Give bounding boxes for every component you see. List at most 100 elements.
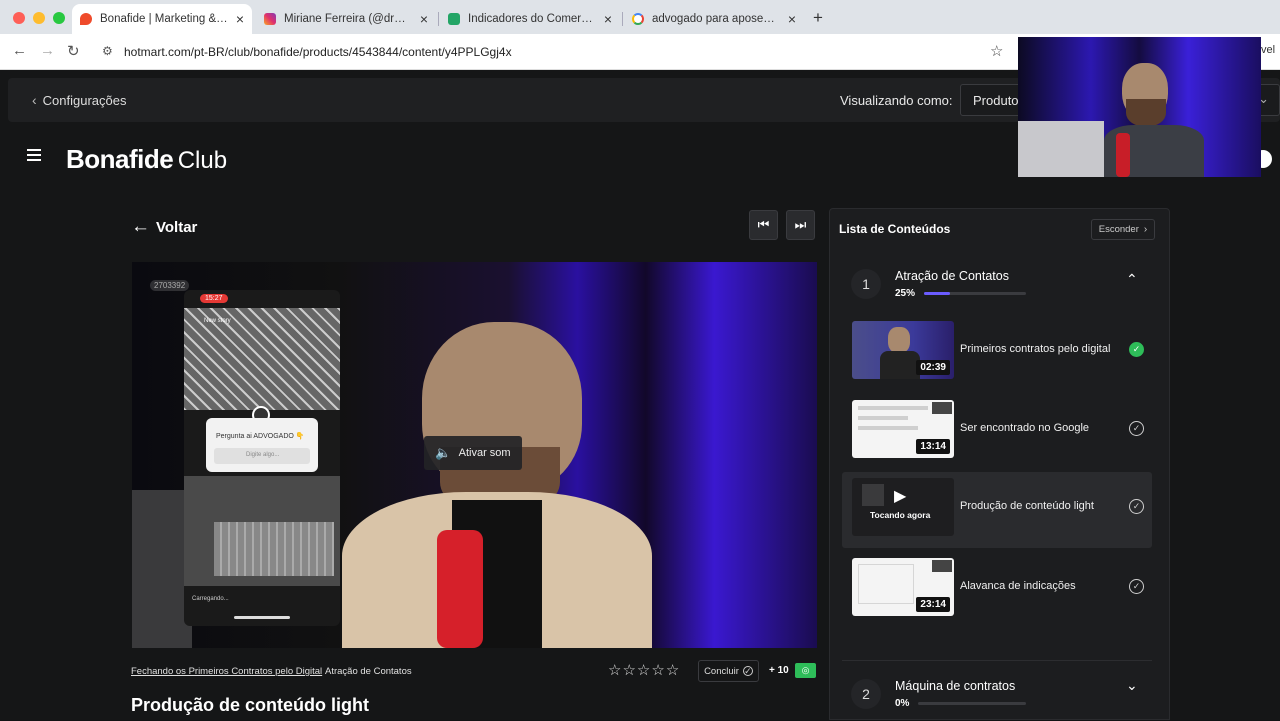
browser-tab-bonafide[interactable]: Bonafide | Marketing & Venda × [72,4,252,34]
back-arrow-icon[interactable]: ← [12,42,27,59]
check-circle-icon[interactable]: ✓ [1129,421,1144,436]
phone-screen: 15:27 New story Pergunta ai ADVOGADO 👇 D… [184,290,340,626]
truncated-toolbar-text: vel [1261,44,1276,56]
instagram-icon [264,13,276,25]
module-progress-label: 0% [895,698,910,709]
tab-title: Indicadores do Comercial pa [468,13,596,25]
list-item-active[interactable]: ▶ Tocando agora Produção de conteúdo lig… [842,472,1152,548]
tab-separator [622,12,623,26]
next-content-button[interactable]: ⏭ [786,210,815,240]
new-tab-button[interactable]: + [813,8,823,28]
minimize-window-button[interactable] [33,12,45,24]
breadcrumb-module: Atração de Contatos [325,666,412,677]
google-icon [632,13,644,25]
bonafide-club-logo[interactable]: Bonafide Club [66,144,227,175]
tab-title: Bonafide | Marketing & Venda [100,13,228,25]
tab-title: advogado para aposentadoria [652,13,780,25]
previous-content-button[interactable]: ⏮ [749,210,778,240]
reload-icon[interactable]: ↻ [67,42,80,60]
keyboard-shape [214,522,334,576]
module-progress-label: 25% [895,288,916,299]
rating-stars[interactable]: ☆ ☆ ☆ ☆ ☆ [608,661,679,679]
module-progress-fill [924,292,950,295]
question-text: Pergunta ai ADVOGADO 👇 [216,433,305,440]
module-name: Máquina de contratos [895,679,1016,693]
play-icon: ▶ [894,488,907,505]
item-title: Produção de conteúdo light [960,500,1094,512]
chevron-up-icon[interactable]: ⌃ [1126,271,1138,288]
star-icon[interactable]: ☆ [666,661,679,679]
sidebar-title: Lista de Conteúdos [839,222,951,236]
url-text[interactable]: hotmart.com/pt-BR/club/bonafide/products… [124,45,512,59]
settings-back-link[interactable]: ‹ Configurações [32,92,127,108]
item-duration: 23:14 [916,597,950,612]
hide-sidebar-button[interactable]: Esconder › [1091,219,1155,240]
list-item[interactable]: 13:14 Ser encontrado no Google ✓ [842,394,1152,470]
viewing-as-value: Produto [973,93,1019,108]
module-header-2[interactable]: 2 Máquina de contratos 0% ⌄ [830,661,1169,721]
item-title: Alavanca de indicações [960,580,1076,592]
back-link[interactable]: ← Voltar [131,216,197,238]
close-window-button[interactable] [13,12,25,24]
star-icon[interactable]: ☆ [622,661,635,679]
thumb-line [858,416,908,420]
item-duration: 02:39 [916,360,950,375]
microphone-shape [437,530,483,648]
star-icon[interactable]: ☆ [608,661,621,679]
close-tab-icon[interactable]: × [420,11,428,27]
hide-label: Esconder [1098,224,1139,235]
breadcrumb-course-link[interactable]: Fechando os Primeiros Contratos pelo Dig… [131,666,322,677]
close-tab-icon[interactable]: × [236,11,244,27]
thumb-body [880,351,920,379]
module-number: 1 [851,269,881,299]
close-tab-icon[interactable]: × [788,11,796,27]
check-circle-icon: ✓ [742,666,753,676]
thumb-shape [862,484,884,506]
thumb-line [858,406,928,410]
address-bar[interactable]: ⚙ hotmart.com/pt-BR/club/bonafide/produc… [94,38,1014,66]
browser-tab-sheets[interactable]: Indicadores do Comercial pa × [440,4,620,34]
phone-time: 15:27 [200,294,228,303]
unmute-button[interactable]: 🔈 Ativar som [424,436,522,470]
item-thumbnail: 23:14 [852,558,954,616]
question-sticker: Pergunta ai ADVOGADO 👇 Digite algo... [206,418,318,472]
bookmark-star-icon[interactable]: ☆ [990,42,1003,60]
content-list-sidebar: Lista de Conteúdos Esconder › 1 Atração … [829,208,1170,720]
skip-next-icon: ⏭ [794,217,807,232]
conclude-button[interactable]: Concluir ✓ [698,660,759,682]
close-tab-icon[interactable]: × [604,11,612,27]
now-playing-label: Tocando agora [870,510,931,520]
points-coin-icon: ◎ [795,663,816,678]
list-item[interactable]: 23:14 Alavanca de indicações ✓ [842,552,1152,628]
video-watermark: 2703392 [150,280,190,291]
list-item[interactable]: 02:39 Primeiros contratos pelo digital ✓ [842,315,1152,391]
tab-separator [438,12,439,26]
module-header-1[interactable]: 1 Atração de Contatos 25% ⌃ [830,251,1169,309]
thumb-line [858,426,918,430]
check-circle-icon[interactable]: ✓ [1129,579,1144,594]
hamburger-menu-icon[interactable] [27,149,41,161]
video-player[interactable]: 2703392 15:27 New story Pergunta ai ADVO… [132,262,817,648]
site-settings-icon[interactable]: ⚙ [102,44,113,58]
conclude-label: Concluir [704,665,739,677]
settings-back-label: Configurações [42,92,127,108]
check-circle-icon[interactable]: ✓ [1129,499,1144,514]
maximize-window-button[interactable] [53,12,65,24]
chevron-down-icon[interactable]: ⌄ [1126,677,1138,694]
unmute-label: Ativar som [458,447,511,459]
forward-arrow-icon[interactable]: → [40,42,55,59]
star-icon[interactable]: ☆ [637,661,650,679]
thumb-webcam [932,402,952,414]
item-thumbnail: 02:39 [852,321,954,379]
thumb-presenter [888,327,910,353]
star-icon[interactable]: ☆ [651,661,664,679]
browser-tab-instagram[interactable]: Miriane Ferreira (@dra.miriane × [256,4,436,34]
browser-tab-google[interactable]: advogado para aposentadoria × [624,4,804,34]
check-complete-icon[interactable]: ✓ [1129,342,1144,357]
item-duration: 13:14 [916,439,950,454]
phone-loading: Carregando... [192,596,229,602]
webcam-beard [1126,99,1166,127]
webcam-microphone [1116,133,1130,177]
browser-tab-bar: Bonafide | Marketing & Venda × Miriane F… [0,0,1280,34]
thumb-webcam [932,560,952,572]
